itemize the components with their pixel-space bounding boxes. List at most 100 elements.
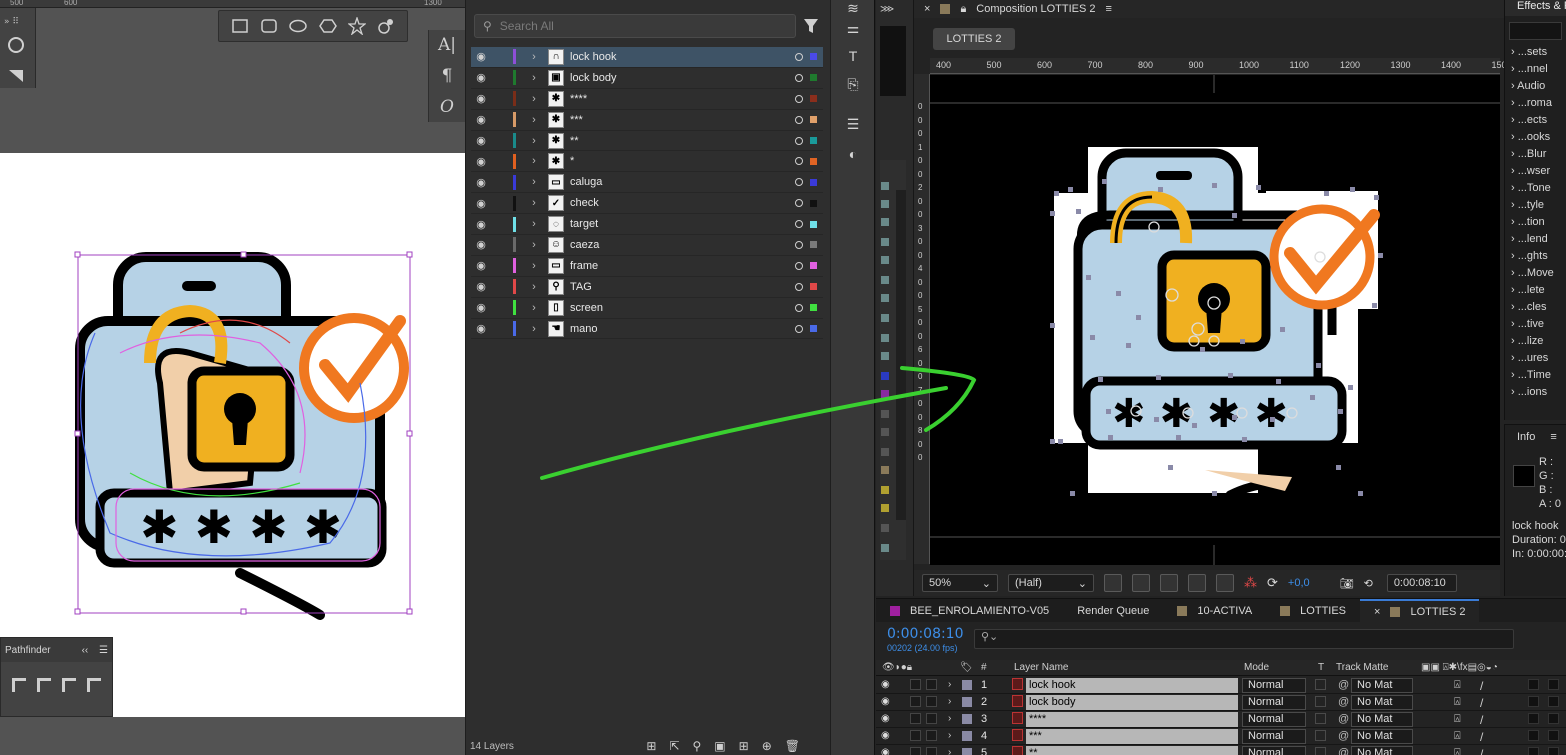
header-layer-name[interactable]: Layer Name: [1014, 662, 1068, 673]
align-bottom-icon[interactable]: [86, 678, 101, 692]
trash-icon[interactable]: 🗑: [785, 739, 800, 753]
effects-category[interactable]: › ...ions: [1505, 386, 1566, 403]
switch-box[interactable]: [1548, 747, 1559, 755]
blend-mode-dropdown[interactable]: Normal: [1242, 695, 1306, 710]
layer-name[interactable]: *: [570, 155, 795, 167]
timeline-layer-row[interactable]: ◉ › 4 *** Normal @ No Mat ⍓ /: [876, 728, 1566, 745]
switch-box[interactable]: [1528, 713, 1539, 724]
clipping-mask-icon[interactable]: ▣: [714, 739, 725, 753]
collapse-icon[interactable]: ‹‹: [82, 645, 89, 656]
expand-chevron-icon[interactable]: ›: [948, 679, 951, 690]
show-snapshot-icon[interactable]: ⟲: [1364, 577, 1373, 590]
region-of-interest-icon[interactable]: [1188, 574, 1206, 592]
guides-icon[interactable]: [1216, 574, 1234, 592]
shy-switch-icon[interactable]: ⍓: [1454, 679, 1461, 692]
mask-visibility-icon[interactable]: [1160, 574, 1178, 592]
eye-icon[interactable]: ◉: [471, 197, 491, 210]
layer-name[interactable]: ****: [570, 93, 795, 105]
layer-name[interactable]: mano: [570, 323, 795, 335]
effects-category[interactable]: › ...Blur: [1505, 148, 1566, 165]
expand-chevron-icon[interactable]: ›: [524, 218, 544, 230]
rounded-rect-icon[interactable]: [260, 17, 278, 35]
selection-indicator[interactable]: [810, 283, 817, 291]
layer-row[interactable]: ◉ › ▭ frame: [471, 256, 823, 277]
preserve-transparency-toggle[interactable]: [1315, 747, 1326, 755]
menu-icon[interactable]: ☰: [99, 645, 108, 656]
target-icon[interactable]: [795, 199, 803, 208]
effects-category[interactable]: › ...sets: [1505, 46, 1566, 63]
target-icon[interactable]: [795, 282, 803, 291]
switch-box[interactable]: [1548, 696, 1559, 707]
opentype-icon[interactable]: O: [440, 97, 454, 117]
effects-category[interactable]: › ...Time: [1505, 369, 1566, 386]
expand-chevron-icon[interactable]: ›: [948, 713, 951, 724]
layers-search-input[interactable]: ⚲ Search All: [474, 14, 796, 38]
solo-toggle[interactable]: [910, 713, 921, 724]
layer-row[interactable]: ◉ › ✱ ****: [471, 89, 823, 110]
eye-icon[interactable]: ◉: [471, 155, 491, 168]
close-icon[interactable]: ×: [924, 3, 930, 15]
layer-name[interactable]: lock body: [570, 72, 795, 84]
selection-indicator[interactable]: [810, 157, 817, 165]
layer-label-color[interactable]: [962, 731, 972, 741]
target-icon[interactable]: [795, 220, 803, 229]
lock-icon[interactable]: 🔒︎: [960, 3, 966, 16]
close-icon[interactable]: ×: [1374, 606, 1380, 618]
expand-chevron-icon[interactable]: ›: [948, 696, 951, 707]
blend-mode-dropdown[interactable]: Normal: [1242, 729, 1306, 744]
eye-icon[interactable]: ◉: [471, 238, 491, 251]
comp-tab[interactable]: LOTTIES 2: [933, 28, 1015, 50]
eye-icon[interactable]: ◉: [471, 259, 491, 272]
visibility-eye-icon[interactable]: ◉: [881, 696, 890, 707]
locate-object-icon[interactable]: ⚲: [693, 739, 702, 753]
expand-chevron-icon[interactable]: ›: [948, 730, 951, 741]
selection-indicator[interactable]: [810, 262, 817, 270]
align-center-icon[interactable]: [61, 678, 76, 692]
eye-icon[interactable]: ◉: [471, 71, 491, 84]
switch-box[interactable]: [1528, 696, 1539, 707]
eye-icon[interactable]: ◉: [471, 176, 491, 189]
quality-switch-icon[interactable]: /: [1480, 747, 1483, 755]
layer-name[interactable]: caluga: [570, 176, 795, 188]
layer-name-field[interactable]: **: [1026, 746, 1238, 755]
effects-category[interactable]: › ...lete: [1505, 284, 1566, 301]
character-icon[interactable]: A|: [438, 35, 456, 55]
eye-icon[interactable]: ◉: [471, 50, 491, 63]
current-time[interactable]: 0:00:08:10: [887, 626, 964, 642]
expand-chevron-icon[interactable]: ›: [524, 239, 544, 251]
av-switches-header[interactable]: 👁︎◗●🔒︎: [882, 662, 912, 673]
layer-row[interactable]: ◉ › ▯ screen: [471, 298, 823, 319]
selection-indicator[interactable]: [810, 95, 817, 103]
color-management-icon[interactable]: ⟳: [1267, 575, 1278, 591]
quality-switch-icon[interactable]: /: [1480, 679, 1483, 693]
transparency-grid-icon[interactable]: [1132, 574, 1150, 592]
layer-name[interactable]: screen: [570, 302, 795, 314]
lock-toggle[interactable]: [926, 713, 937, 724]
layer-row[interactable]: ◉ › ☚ mano: [471, 319, 823, 340]
camera-icon[interactable]: 📷︎: [1340, 577, 1354, 590]
selection-indicator[interactable]: [810, 199, 817, 207]
align-panel-icon[interactable]: ☰: [843, 116, 863, 132]
export-panel-icon[interactable]: ⎘: [843, 76, 863, 92]
target-icon[interactable]: [795, 52, 803, 61]
flare-icon[interactable]: [377, 17, 395, 35]
target-icon[interactable]: [795, 73, 803, 82]
track-matte-dropdown[interactable]: No Mat: [1351, 712, 1413, 727]
solo-toggle[interactable]: [910, 679, 921, 690]
layer-row[interactable]: ◉ › ▭ caluga: [471, 172, 823, 194]
preserve-transparency-toggle[interactable]: [1315, 730, 1326, 741]
quality-switch-icon[interactable]: /: [1480, 730, 1483, 744]
preserve-transparency-toggle[interactable]: [1315, 679, 1326, 690]
layer-label-color[interactable]: [962, 697, 972, 707]
effects-search-input[interactable]: [1509, 22, 1562, 40]
timeline-tab[interactable]: Render Queue: [1063, 599, 1163, 623]
layer-name-field[interactable]: ***: [1026, 729, 1238, 744]
target-icon[interactable]: [795, 115, 803, 124]
effects-category[interactable]: › ...ects: [1505, 114, 1566, 131]
effects-category[interactable]: › ...ures: [1505, 352, 1566, 369]
target-icon[interactable]: [795, 324, 803, 333]
layer-row[interactable]: ◉ › ✱ *: [471, 151, 823, 173]
expand-chevron-icon[interactable]: ›: [524, 302, 544, 314]
new-sublayer-icon[interactable]: ⊞: [739, 739, 749, 753]
blend-mode-dropdown[interactable]: Normal: [1242, 712, 1306, 727]
